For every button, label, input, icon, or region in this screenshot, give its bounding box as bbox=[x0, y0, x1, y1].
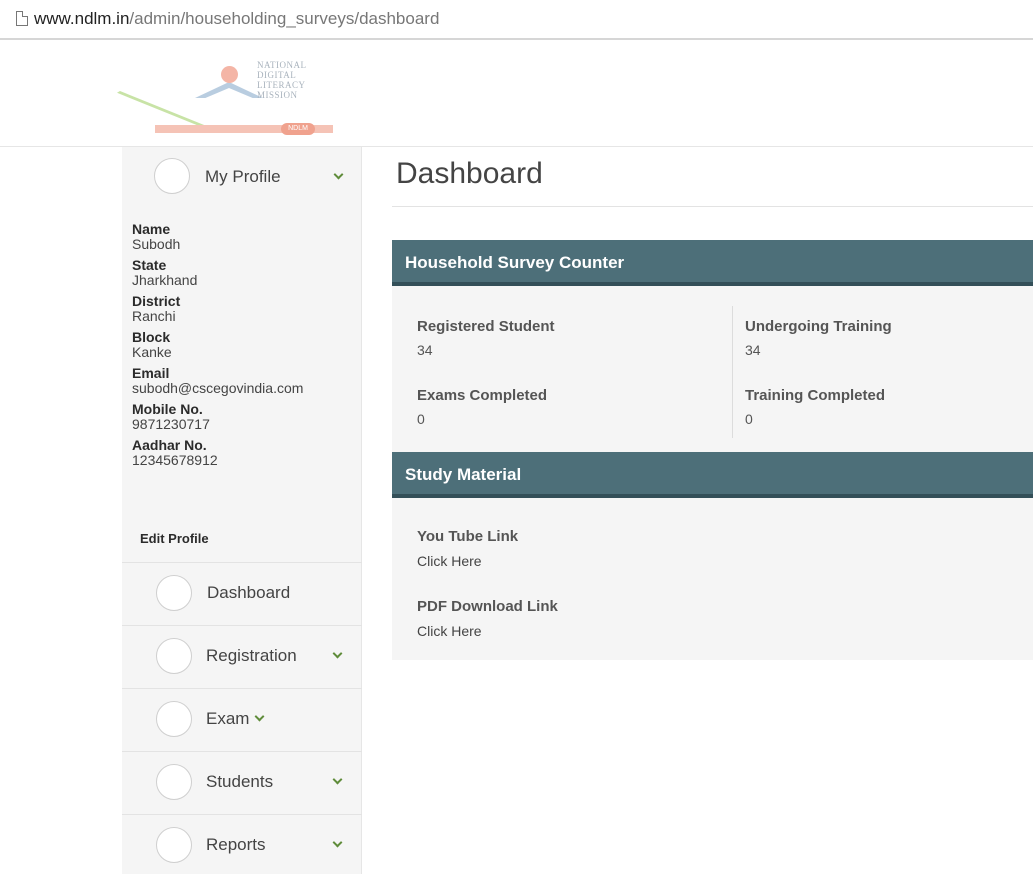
field-value: 12345678912 bbox=[132, 452, 218, 468]
sidebar-item-reports[interactable]: Reports bbox=[122, 814, 362, 874]
field-value: Ranchi bbox=[132, 308, 176, 324]
logo-roof-inner bbox=[203, 88, 255, 99]
chevron-down-icon[interactable] bbox=[332, 774, 343, 785]
field-label: Mobile No. bbox=[132, 401, 203, 417]
stat-exams-completed: Exams Completed 0 bbox=[417, 387, 547, 428]
chevron-down-icon[interactable] bbox=[332, 648, 343, 659]
sidebar-item-label: Dashboard bbox=[207, 583, 291, 602]
logo-text: NATIONAL DIGITAL LITERACY MISSION bbox=[257, 60, 307, 100]
household-survey-counter-header: Household Survey Counter bbox=[392, 240, 1033, 286]
profile-details: Name Subodh State Jharkhand District Ran… bbox=[132, 222, 357, 474]
stat-value: 34 bbox=[745, 342, 761, 358]
nav-circle-icon bbox=[156, 764, 192, 800]
field-label: Block bbox=[132, 329, 171, 345]
stat-value: 0 bbox=[417, 411, 425, 427]
field-value: 9871230717 bbox=[132, 416, 210, 432]
field-label: Name bbox=[132, 221, 171, 237]
stat-undergoing-training: Undergoing Training 34 bbox=[745, 318, 892, 359]
ndlm-logo[interactable]: NATIONAL DIGITAL LITERACY MISSION NDLM bbox=[115, 46, 340, 138]
study-material-header: Study Material bbox=[392, 452, 1033, 498]
field-label: District bbox=[132, 293, 181, 309]
profile-email: Email subodh@cscegovindia.com bbox=[132, 366, 357, 396]
sidebar-item-label: My Profile bbox=[205, 167, 281, 186]
url-text[interactable]: www.ndlm.in/admin/householding_surveys/d… bbox=[34, 9, 439, 29]
stat-label: Registered Student bbox=[417, 318, 555, 335]
field-value: Jharkhand bbox=[132, 272, 198, 288]
url-path: /admin/householding_surveys/dashboard bbox=[129, 9, 440, 28]
sidebar-item-exam[interactable]: Exam bbox=[122, 688, 362, 751]
chevron-down-icon[interactable] bbox=[333, 169, 344, 180]
logo-line-mission: MISSION bbox=[257, 90, 298, 100]
logo-line-digital: DIGITAL bbox=[257, 70, 297, 80]
link-label: You Tube Link bbox=[417, 528, 519, 545]
page-icon bbox=[16, 11, 28, 26]
address-bar[interactable]: www.ndlm.in/admin/householding_surveys/d… bbox=[0, 0, 1033, 40]
sidebar-item-registration[interactable]: Registration bbox=[122, 625, 362, 688]
logo-line-literacy: LITERACY bbox=[257, 80, 306, 90]
stat-label: Exams Completed bbox=[417, 387, 548, 404]
sidebar-item-label: Registration bbox=[206, 646, 297, 665]
stat-label: Undergoing Training bbox=[745, 318, 892, 335]
url-host: www.ndlm.in bbox=[34, 9, 130, 28]
nav-circle-icon bbox=[156, 638, 192, 674]
sidebar-item-my-profile[interactable]: My Profile bbox=[122, 147, 362, 209]
field-value: Subodh bbox=[132, 236, 181, 252]
chevron-down-icon[interactable] bbox=[254, 711, 265, 722]
nav-circle-icon bbox=[156, 575, 192, 611]
profile-name: Name Subodh bbox=[132, 222, 357, 252]
stat-training-completed: Training Completed 0 bbox=[745, 387, 885, 428]
nav-circle-icon bbox=[156, 701, 192, 737]
profile-district: District Ranchi bbox=[132, 294, 357, 324]
sidebar-item-students[interactable]: Students bbox=[122, 751, 362, 814]
sidebar-item-label: Students bbox=[206, 772, 274, 791]
sidebar-item-label: Reports bbox=[206, 835, 266, 854]
profile-block: Block Kanke bbox=[132, 330, 357, 360]
stat-label: Training Completed bbox=[745, 387, 886, 404]
stat-value: 0 bbox=[745, 411, 753, 427]
logo-line-national: NATIONAL bbox=[257, 60, 307, 70]
page-title: Dashboard bbox=[396, 157, 543, 190]
field-label: Aadhar No. bbox=[132, 437, 207, 453]
field-label: State bbox=[132, 257, 167, 273]
stat-value: 34 bbox=[417, 342, 433, 358]
youtube-link-block: You Tube Link Click Here bbox=[417, 528, 518, 570]
field-value: subodh@cscegovindia.com bbox=[132, 380, 304, 396]
stats-divider bbox=[732, 306, 733, 438]
logo-sun bbox=[221, 66, 238, 83]
field-value: Kanke bbox=[132, 344, 172, 360]
sidebar-item-label: Exam bbox=[206, 709, 250, 728]
sidebar: My Profile Name Subodh State Jharkhand D… bbox=[122, 147, 362, 874]
nav-circle-icon bbox=[156, 827, 192, 863]
chevron-down-icon[interactable] bbox=[332, 837, 343, 848]
stat-registered-student: Registered Student 34 bbox=[417, 318, 555, 359]
pdf-click-here-link[interactable]: Click Here bbox=[417, 622, 558, 640]
logo-badge: NDLM bbox=[281, 123, 315, 135]
profile-mobile: Mobile No. 9871230717 bbox=[132, 402, 357, 432]
avatar-circle-icon bbox=[154, 158, 190, 194]
edit-profile-link[interactable]: Edit Profile bbox=[140, 531, 209, 546]
profile-aadhar: Aadhar No. 12345678912 bbox=[132, 438, 357, 468]
pdf-link-block: PDF Download Link Click Here bbox=[417, 598, 558, 640]
profile-state: State Jharkhand bbox=[132, 258, 357, 288]
youtube-click-here-link[interactable]: Click Here bbox=[417, 552, 518, 570]
sidebar-item-dashboard[interactable]: Dashboard bbox=[122, 562, 362, 625]
link-label: PDF Download Link bbox=[417, 598, 558, 615]
field-label: Email bbox=[132, 365, 170, 381]
title-divider bbox=[392, 206, 1033, 207]
